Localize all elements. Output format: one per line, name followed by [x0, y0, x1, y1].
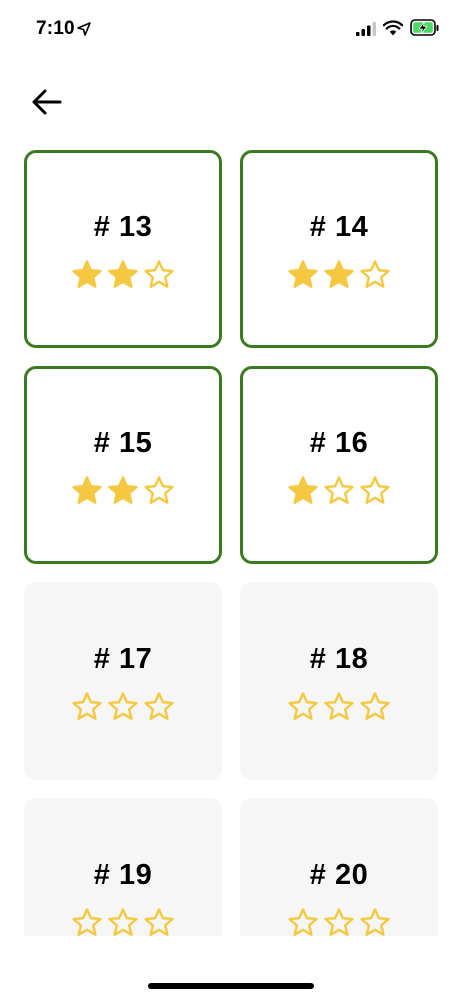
level-number: # 16	[309, 427, 369, 459]
wifi-icon	[383, 20, 403, 36]
star-filled-icon	[288, 260, 318, 288]
level-number: # 14	[309, 211, 369, 243]
star-outline-icon	[324, 476, 354, 504]
status-bar: 7:10	[0, 0, 462, 56]
cellular-signal-icon	[356, 22, 376, 36]
level-card[interactable]: # 13	[24, 150, 222, 348]
star-rating	[243, 259, 435, 291]
level-card[interactable]: # 16	[240, 366, 438, 564]
star-outline-icon	[72, 908, 102, 936]
star-outline-icon	[108, 692, 138, 720]
home-indicator[interactable]	[148, 983, 314, 989]
level-number: # 20	[309, 859, 369, 891]
level-card[interactable]: # 19	[24, 798, 222, 936]
level-card[interactable]: # 15	[24, 366, 222, 564]
star-filled-icon	[288, 476, 318, 504]
star-outline-icon	[144, 476, 174, 504]
star-outline-icon	[288, 692, 318, 720]
level-number: # 19	[93, 859, 153, 891]
star-outline-icon	[72, 692, 102, 720]
arrow-left-icon	[32, 89, 62, 115]
star-filled-icon	[72, 260, 102, 288]
levels-grid: # 13 # 14 # 15 # 16 # 17 # 18 # 19 # 20	[24, 150, 438, 936]
star-rating	[27, 259, 219, 291]
star-outline-icon	[360, 692, 390, 720]
star-filled-icon	[108, 476, 138, 504]
level-card[interactable]: # 14	[240, 150, 438, 348]
star-rating	[24, 907, 222, 936]
star-rating	[243, 475, 435, 507]
star-outline-icon	[288, 908, 318, 936]
star-outline-icon	[324, 692, 354, 720]
location-arrow-icon	[77, 22, 91, 36]
level-number: # 13	[93, 211, 153, 243]
star-rating	[240, 907, 438, 936]
level-number: # 15	[93, 427, 153, 459]
level-card[interactable]: # 20	[240, 798, 438, 936]
star-outline-icon	[360, 476, 390, 504]
star-outline-icon	[324, 908, 354, 936]
level-card[interactable]: # 17	[24, 582, 222, 780]
levels-scroll-area[interactable]: # 13 # 14 # 15 # 16 # 17 # 18 # 19 # 20	[0, 140, 462, 936]
star-filled-icon	[72, 476, 102, 504]
star-filled-icon	[324, 260, 354, 288]
star-outline-icon	[144, 908, 174, 936]
level-card[interactable]: # 18	[240, 582, 438, 780]
star-filled-icon	[108, 260, 138, 288]
star-outline-icon	[360, 260, 390, 288]
back-button[interactable]	[26, 82, 66, 122]
battery-charging-icon	[410, 19, 439, 36]
level-number: # 18	[309, 643, 369, 675]
star-rating	[27, 475, 219, 507]
level-number: # 17	[93, 643, 153, 675]
star-outline-icon	[144, 692, 174, 720]
star-outline-icon	[360, 908, 390, 936]
star-rating	[240, 691, 438, 723]
star-outline-icon	[108, 908, 138, 936]
star-outline-icon	[144, 260, 174, 288]
star-rating	[24, 691, 222, 723]
status-time: 7:10	[36, 18, 75, 39]
